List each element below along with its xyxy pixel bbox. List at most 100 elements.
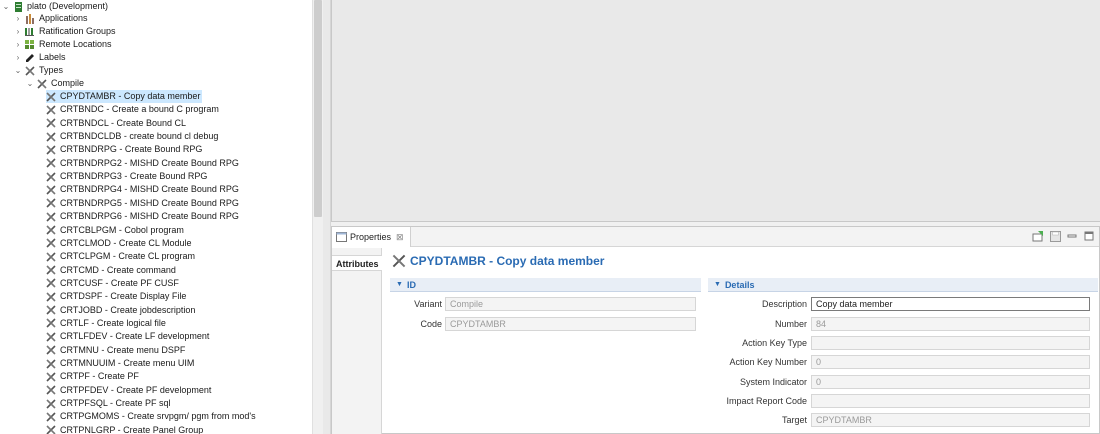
properties-view-header: Properties ⊠ [332,227,1099,247]
tools-icon [46,185,56,195]
tree-type-item[interactable]: CRTBNDRPG4 - MISHD Create Bound RPG [46,183,239,196]
side-tab-attributes[interactable]: Attributes [332,255,382,271]
section-id-header[interactable]: ▼ ID [390,278,701,292]
tree-type-item-label: CRTBNDCL - Create Bound CL [60,117,187,128]
tree-type-item-label: CRTBNDRPG4 - MISHD Create Bound RPG [60,184,239,195]
tree-type-item[interactable]: CRTCLMOD - Create CL Module [46,237,192,250]
field-label-code: Code [420,319,442,329]
tree-type-item[interactable]: CRTPFSQL - Create PF sql [46,397,171,410]
tools-icon [46,118,56,128]
tools-icon [46,278,56,288]
code-field[interactable]: CPYDTAMBR [445,317,696,331]
tree-type-item[interactable]: CRTCBLPGM - Cobol program [46,224,184,237]
tree-group-remote-locations[interactable]: › Remote Locations [14,38,112,51]
tree-type-item[interactable]: CRTBNDRPG5 - MISHD Create Bound RPG [46,197,239,210]
tree-type-item[interactable]: CRTCUSF - Create PF CUSF [46,277,179,290]
tree-type-item[interactable]: CRTBNDRPG2 - MISHD Create Bound RPG [46,157,239,170]
pane-sash[interactable] [323,0,331,434]
number-field[interactable]: 84 [811,317,1090,331]
tools-icon [46,91,56,102]
tools-icon [46,398,56,409]
action-key-number-field[interactable]: 0 [811,355,1090,369]
editor-area [331,0,1100,222]
tree-type-item[interactable]: CRTMNUUIM - Create menu UIM [46,357,194,370]
tree-type-item[interactable]: CRTPFDEV - Create PF development [46,384,211,397]
tree-type-item[interactable]: CRTPGMOMS - Create srvpgm/ pgm from mod'… [46,410,256,423]
tree-scrollbar[interactable] [312,0,323,434]
collapse-arrow-icon[interactable]: ▼ [396,281,403,288]
action-key-type-field[interactable] [811,336,1090,350]
chevron-right-icon[interactable]: › [14,25,22,38]
system-indicator-field[interactable]: 0 [811,375,1090,389]
tree-type-item[interactable]: CRTDSPF - Create Display File [46,290,186,303]
tree-type-item[interactable]: CRTLF - Create logical file [46,317,166,330]
close-icon[interactable]: ⊠ [396,232,404,243]
tree-type-item[interactable]: CRTBNDRPG3 - Create Bound RPG [46,170,207,183]
pin-view-icon[interactable] [1032,230,1044,242]
tree-type-item[interactable]: CRTCMD - Create command [46,264,176,277]
variant-field[interactable]: Compile [445,297,696,311]
tree-node-compile[interactable]: ⌄ Compile [26,77,84,90]
tree-type-item-label: CRTBNDRPG2 - MISHD Create Bound RPG [60,157,239,168]
tools-icon [46,358,56,369]
chevron-right-icon[interactable]: › [14,12,22,25]
view-toolbar [1032,230,1095,242]
tree-type-item-label: CRTPGMOMS - Create srvpgm/ pgm from mod'… [60,411,256,422]
description-field[interactable]: Copy data member [811,297,1090,311]
tree-type-item[interactable]: CRTBNDRPG - Create Bound RPG [46,143,202,156]
chevron-right-icon[interactable]: › [14,38,22,51]
tree-type-item-label: CRTBNDRPG3 - Create Bound RPG [60,171,208,182]
tools-icon [37,78,47,89]
tools-icon [46,198,56,208]
tree-type-item[interactable]: CRTJOBD - Create jobdescription [46,304,195,317]
tree-type-item[interactable]: CRTPNLGRP - Create Panel Group [46,424,203,434]
properties-title-row: CPYDTAMBR - Copy data member [392,254,604,268]
tab-properties-label: Properties [350,232,392,242]
properties-side-tabs: Attributes [332,248,382,434]
tree-type-item[interactable]: CRTBNDC - Create a bound C program [46,103,219,116]
tree-type-item-label: CRTBNDRPG - Create Bound RPG [60,144,203,155]
chevron-down-icon[interactable]: ⌄ [26,77,34,90]
section-details-header[interactable]: ▼ Details [708,278,1098,292]
field-label-action-key-type: Action Key Type [742,338,807,348]
label-icon [25,53,35,63]
tree-type-item[interactable]: CRTPF - Create PF [46,370,139,383]
chevron-down-icon[interactable]: ⌄ [14,64,22,77]
tree-group-ratification[interactable]: › Ratification Groups [14,25,116,38]
tree-type-item[interactable]: CRTLFDEV - Create LF development [46,330,209,343]
field-label-target: Target [781,415,807,425]
maximize-icon[interactable] [1083,230,1095,242]
tree-scrollbar-thumb[interactable] [314,0,322,217]
tree-group-applications[interactable]: › Applications [14,12,88,25]
tools-icon [46,145,56,155]
tree-type-item-label: CRTLFDEV - Create LF development [60,331,210,342]
tree-type-item-label: CRTCMD - Create command [60,264,176,275]
tree-type-item[interactable]: CRTMNU - Create menu DSPF [46,344,185,357]
tree-type-item-label: CPYDTAMBR - Copy data member [60,91,201,101]
save-icon[interactable] [1049,230,1061,242]
collapse-arrow-icon[interactable]: ▼ [714,281,721,288]
minimize-icon[interactable] [1066,230,1078,242]
project-tree[interactable]: ⌄ plato (Development) › Applications › R… [0,0,312,434]
tree-group-types[interactable]: ⌄ Types [14,64,63,77]
chevron-down-icon[interactable]: ⌄ [2,0,10,13]
tab-properties[interactable]: Properties ⊠ [332,227,411,247]
tree-type-item[interactable]: CPYDTAMBR - Copy data member [46,90,203,103]
properties-title: CPYDTAMBR - Copy data member [410,254,605,268]
tools-icon [46,212,56,222]
tools-icon [46,385,56,395]
target-field[interactable]: CPYDTAMBR [811,413,1090,427]
tree-type-item[interactable]: CRTBNDCL - Create Bound CL [46,117,186,130]
tools-icon [25,65,35,76]
tree-group-labels[interactable]: › Labels [14,51,66,64]
tools-icon [46,305,56,315]
tree-type-item-label: CRTCBLPGM - Cobol program [60,224,184,235]
tools-icon [46,345,56,355]
remote-locations-icon [25,39,35,50]
tools-icon [46,158,56,168]
tree-type-item[interactable]: CRTCLPGM - Create CL program [46,250,195,263]
tree-type-item[interactable]: CRTBNDRPG6 - MISHD Create Bound RPG [46,210,239,223]
tree-type-item[interactable]: CRTBNDCLDB - create bound cl debug [46,130,218,143]
impact-report-code-field[interactable] [811,394,1090,408]
chevron-right-icon[interactable]: › [14,51,22,64]
